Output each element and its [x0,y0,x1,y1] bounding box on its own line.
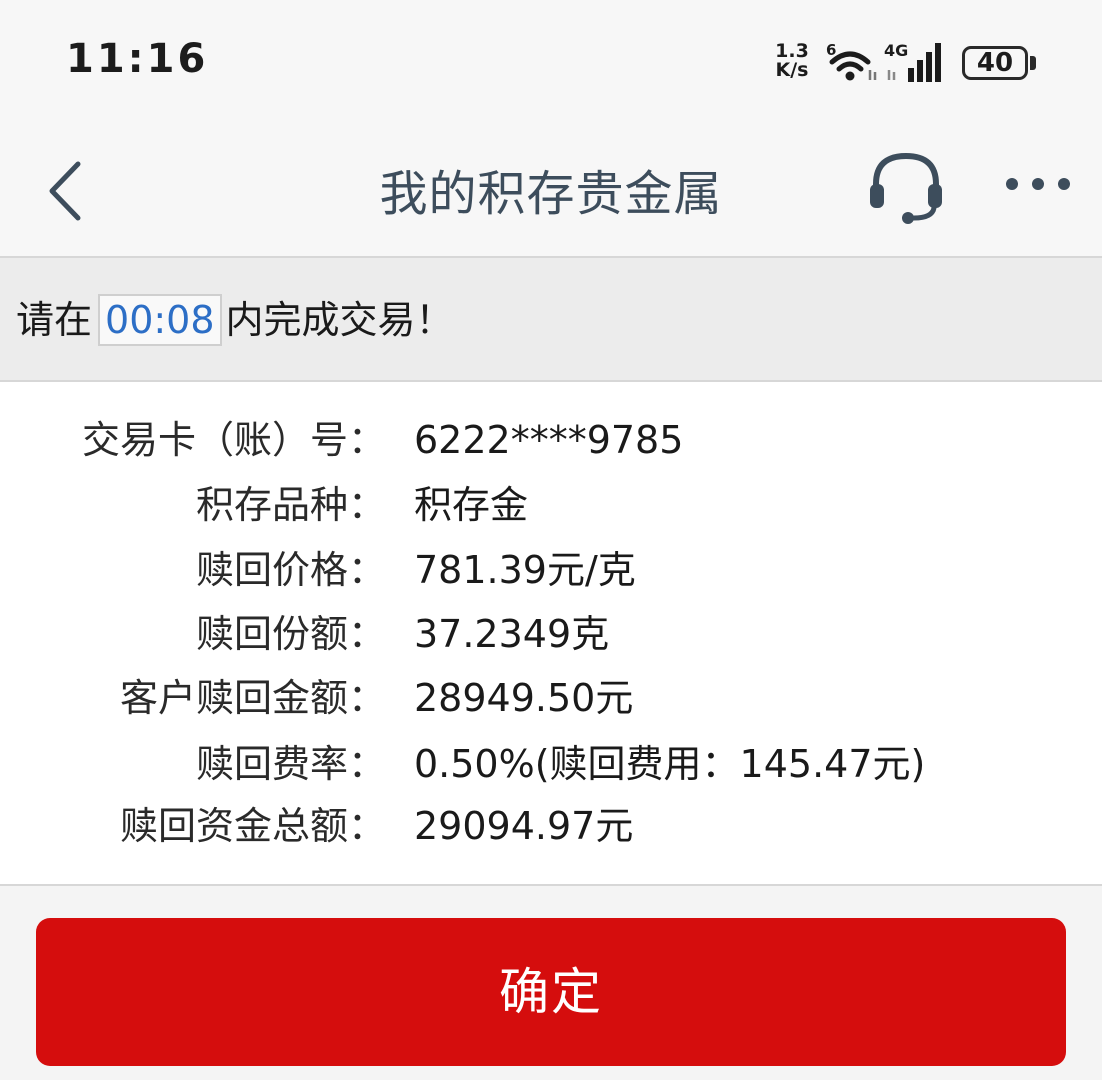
detail-value: 0.50%(赎回费用：145.47元) [414,742,926,786]
detail-row-card-number: 交易卡（账）号： 6222****9785 [0,410,1102,470]
detail-row-redemption-price: 赎回价格： 781.39元/克 [0,540,1102,600]
redemption-details: 交易卡（账）号： 6222****9785 积存品种： 积存金 赎回价格： 78… [0,382,1102,884]
status-time: 11:16 [66,36,209,82]
wifi-icon: 6 [826,42,877,81]
back-button[interactable] [36,156,96,226]
details-divider [0,884,1102,886]
cell-signal-icon: 4G [884,41,941,82]
detail-label: 交易卡（账）号： [81,418,386,462]
more-dots-icon [1006,178,1070,190]
detail-row-customer-redemption-sum: 客户赎回金额： 28949.50元 [0,668,1102,728]
detail-label: 赎回费率： [195,742,386,786]
more-button[interactable] [1000,164,1076,204]
detail-label: 赎回资金总额： [119,804,386,848]
countdown-message: 请在 00:08 内完成交易！ [16,294,454,346]
network-speed-unit: K/s [775,59,809,81]
network-speed: 1.3 K/s [770,42,814,80]
detail-label: 积存品种： [195,483,386,527]
wifi-generation-label: 6 [826,42,836,59]
detail-value: 37.2349克 [414,612,610,656]
status-bar: 11:16 1.3 K/s 6 4G 40 [0,0,1102,130]
cell-network-label: 4G [884,41,908,60]
detail-row-fee-rate: 赎回费率： 0.50%(赎回费用：145.47元) [0,734,1102,794]
chevron-left-icon [49,161,81,221]
battery-tip [1030,56,1036,70]
battery-indicator: 40 [962,46,1028,80]
app-header: 我的积存贵金属 [0,130,1102,256]
countdown-suffix: 内完成交易！ [225,298,454,342]
detail-value: 781.39元/克 [414,548,636,592]
detail-row-redemption-amount: 赎回份额： 37.2349克 [0,604,1102,664]
detail-value: 28949.50元 [414,676,634,720]
detail-value: 29094.97元 [414,804,634,848]
customer-service-button[interactable] [866,146,946,226]
countdown-banner: 请在 00:08 内完成交易！ [0,258,1102,380]
confirm-button[interactable]: 确定 [36,918,1066,1066]
countdown-prefix: 请在 [16,298,93,342]
headset-icon [870,152,942,224]
detail-label: 客户赎回金额： [119,676,386,720]
detail-label: 赎回价格： [195,548,386,592]
countdown-timer: 00:08 [98,294,222,346]
detail-row-product: 积存品种： 积存金 [0,475,1102,535]
detail-value: 积存金 [414,483,529,527]
detail-row-total-funds: 赎回资金总额： 29094.97元 [0,796,1102,856]
detail-label: 赎回份额： [195,612,386,656]
page-title: 我的积存贵金属 [379,166,723,222]
detail-value: 6222****9785 [414,418,684,462]
